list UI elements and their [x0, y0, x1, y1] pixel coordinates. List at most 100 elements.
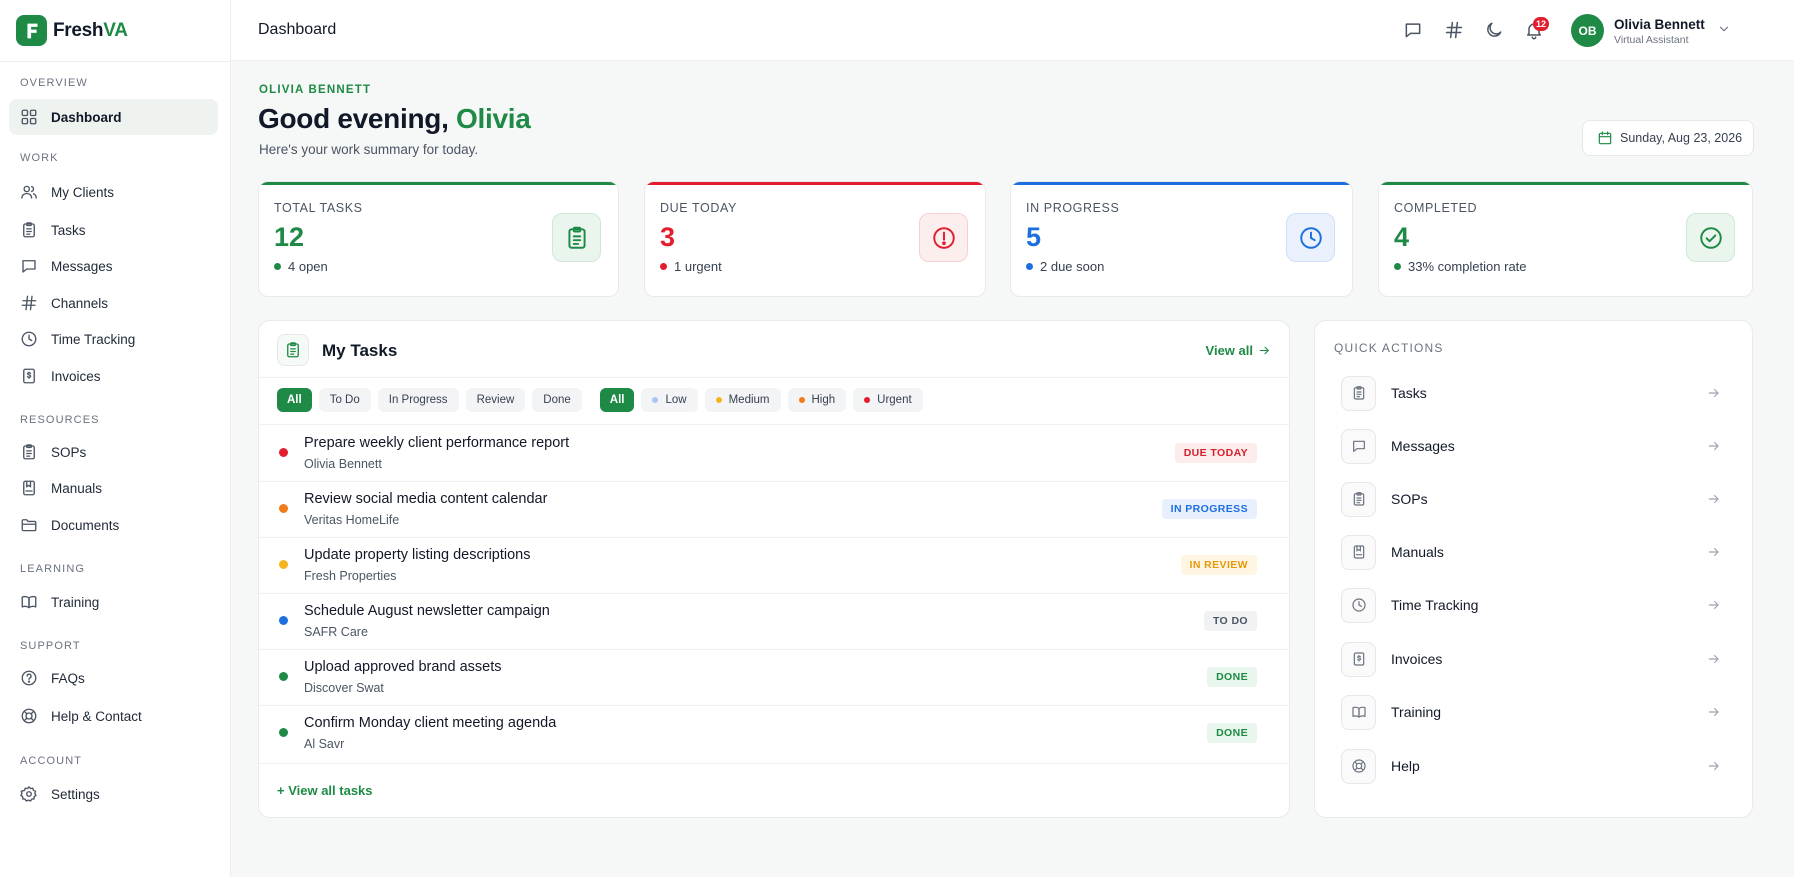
quick-action-training[interactable]: Training: [1341, 692, 1731, 732]
sidebar-item-faqs[interactable]: FAQs: [9, 660, 218, 696]
sidebar-item-training[interactable]: Training: [9, 584, 218, 620]
arrow-right-icon: [1707, 705, 1721, 719]
status-filter-review[interactable]: Review: [465, 388, 526, 412]
task-client: Al Savr: [304, 737, 345, 751]
stat-card-due-today[interactable]: DUE TODAY 3 1 urgent: [644, 181, 986, 297]
priority-filter-high[interactable]: High: [787, 388, 847, 412]
stat-icon-box: [1286, 213, 1335, 262]
sidebar: FreshVA OVERVIEW Dashboard WORK My Clien…: [0, 0, 231, 877]
sidebar-item-tasks[interactable]: Tasks: [9, 212, 218, 248]
status-filter-to-do[interactable]: To Do: [318, 388, 371, 412]
sidebar-item-channels[interactable]: Channels: [9, 285, 218, 321]
manual-icon: [20, 479, 38, 497]
moon-icon[interactable]: [1484, 20, 1504, 40]
sidebar-item-documents[interactable]: Documents: [9, 507, 218, 543]
arrow-right-icon: [1707, 545, 1721, 559]
section-support: SUPPORT: [20, 640, 81, 652]
sidebar-item-label: Documents: [51, 517, 120, 533]
card-accent-bar: [645, 182, 985, 185]
sidebar-item-manuals[interactable]: Manuals: [9, 470, 218, 506]
view-all-link[interactable]: View all: [1206, 343, 1271, 358]
task-title: Review social media content calendar: [304, 491, 548, 507]
alert-icon: [931, 225, 957, 251]
greeting-name: Olivia: [456, 103, 531, 134]
sidebar-item-help-contact[interactable]: Help & Contact: [9, 698, 218, 734]
stat-card-total-tasks[interactable]: TOTAL TASKS 12 4 open: [258, 181, 619, 297]
quick-action-sops[interactable]: SOPs: [1341, 479, 1731, 519]
status-filter-all[interactable]: All: [277, 388, 312, 412]
priority-filter-urgent[interactable]: Urgent: [853, 388, 923, 412]
sidebar-item-messages[interactable]: Messages: [9, 248, 218, 284]
status-badge: TO DO: [1203, 611, 1257, 631]
section-work: WORK: [20, 152, 59, 164]
stat-value: 5: [1026, 222, 1042, 252]
priority-dot: [279, 560, 288, 569]
task-row[interactable]: Schedule August newsletter campaign SAFR…: [259, 593, 1289, 649]
lifebuoy-icon: [1341, 748, 1376, 784]
stat-value: 4: [1394, 222, 1410, 252]
sidebar-item-settings[interactable]: Settings: [9, 776, 218, 812]
sidebar-item-sops[interactable]: SOPs: [9, 434, 218, 470]
chevron-down-icon[interactable]: [1717, 22, 1731, 36]
clipboard-icon: [20, 443, 38, 461]
status-filter-in-progress[interactable]: In Progress: [377, 388, 459, 412]
stat-note: 1 urgent: [660, 259, 722, 274]
quick-action-invoices[interactable]: Invoices: [1341, 639, 1731, 679]
section-learning: LEARNING: [20, 563, 86, 575]
view-all-tasks-link[interactable]: + View all tasks: [277, 783, 373, 798]
book-icon: [1341, 694, 1376, 730]
brand-logo[interactable]: FreshVA: [16, 15, 128, 46]
sidebar-item-label: Training: [51, 594, 100, 610]
quick-actions-title: QUICK ACTIONS: [1334, 341, 1444, 355]
task-row[interactable]: Review social media content calendar Ver…: [259, 481, 1289, 537]
sidebar-item-my-clients[interactable]: My Clients: [9, 174, 218, 210]
card-accent-bar: [259, 182, 618, 185]
task-row[interactable]: Confirm Monday client meeting agenda Al …: [259, 705, 1289, 761]
hash-icon: [20, 294, 38, 312]
status-filter-done[interactable]: Done: [532, 388, 582, 412]
stat-card-in-progress[interactable]: IN PROGRESS 5 2 due soon: [1010, 181, 1353, 297]
task-row[interactable]: Update property listing descriptions Fre…: [259, 537, 1289, 593]
user-name[interactable]: Olivia Bennett: [1614, 17, 1705, 32]
divider: [259, 763, 1289, 764]
priority-filter-all[interactable]: All: [599, 388, 635, 412]
arrow-right-icon: [1707, 759, 1721, 773]
task-row[interactable]: Upload approved brand assets Discover Sw…: [259, 649, 1289, 705]
stat-note: 4 open: [274, 259, 328, 274]
quick-action-help[interactable]: Help: [1341, 746, 1731, 786]
invoice-icon: [1341, 641, 1376, 677]
section-overview: OVERVIEW: [20, 77, 88, 89]
quick-action-label: Time Tracking: [1391, 597, 1479, 613]
hash-icon[interactable]: [1444, 20, 1464, 40]
quick-action-time-tracking[interactable]: Time Tracking: [1341, 585, 1731, 625]
arrow-right-icon: [1258, 344, 1271, 357]
quick-action-label: Manuals: [1391, 544, 1444, 560]
stat-label: COMPLETED: [1394, 201, 1478, 215]
avatar[interactable]: OB: [1571, 14, 1604, 47]
folder-icon: [20, 516, 38, 534]
sidebar-item-label: Help & Contact: [51, 708, 142, 724]
task-title: Schedule August newsletter campaign: [304, 603, 550, 619]
task-row[interactable]: Prepare weekly client performance report…: [259, 425, 1289, 481]
user-eyebrow: OLIVIA BENNETT: [259, 84, 372, 96]
quick-action-label: Training: [1391, 704, 1442, 720]
date-display[interactable]: Sunday, Aug 23, 2026: [1582, 120, 1754, 156]
sidebar-item-label: Time Tracking: [51, 331, 136, 347]
stat-label: TOTAL TASKS: [274, 201, 363, 215]
priority-filter-low[interactable]: Low: [641, 388, 698, 412]
priority-filter-medium[interactable]: Medium: [704, 388, 781, 412]
sidebar-item-dashboard[interactable]: Dashboard: [9, 99, 218, 135]
quick-action-manuals[interactable]: Manuals: [1341, 532, 1731, 572]
arrow-right-icon: [1707, 598, 1721, 612]
sidebar-item-invoices[interactable]: Invoices: [9, 358, 218, 394]
message-icon[interactable]: [1403, 20, 1423, 40]
sidebar-item-time-tracking[interactable]: Time Tracking: [9, 321, 218, 357]
task-client: Olivia Bennett: [304, 457, 382, 471]
arrow-right-icon: [1707, 652, 1721, 666]
topbar: Dashboard 12 OB Olivia Bennett Virtual A…: [231, 0, 1794, 61]
quick-action-tasks[interactable]: Tasks: [1341, 373, 1731, 413]
stat-value: 12: [274, 222, 305, 252]
priority-dot: [279, 504, 288, 513]
quick-action-messages[interactable]: Messages: [1341, 426, 1731, 466]
stat-card-completed[interactable]: COMPLETED 4 33% completion rate: [1378, 181, 1753, 297]
